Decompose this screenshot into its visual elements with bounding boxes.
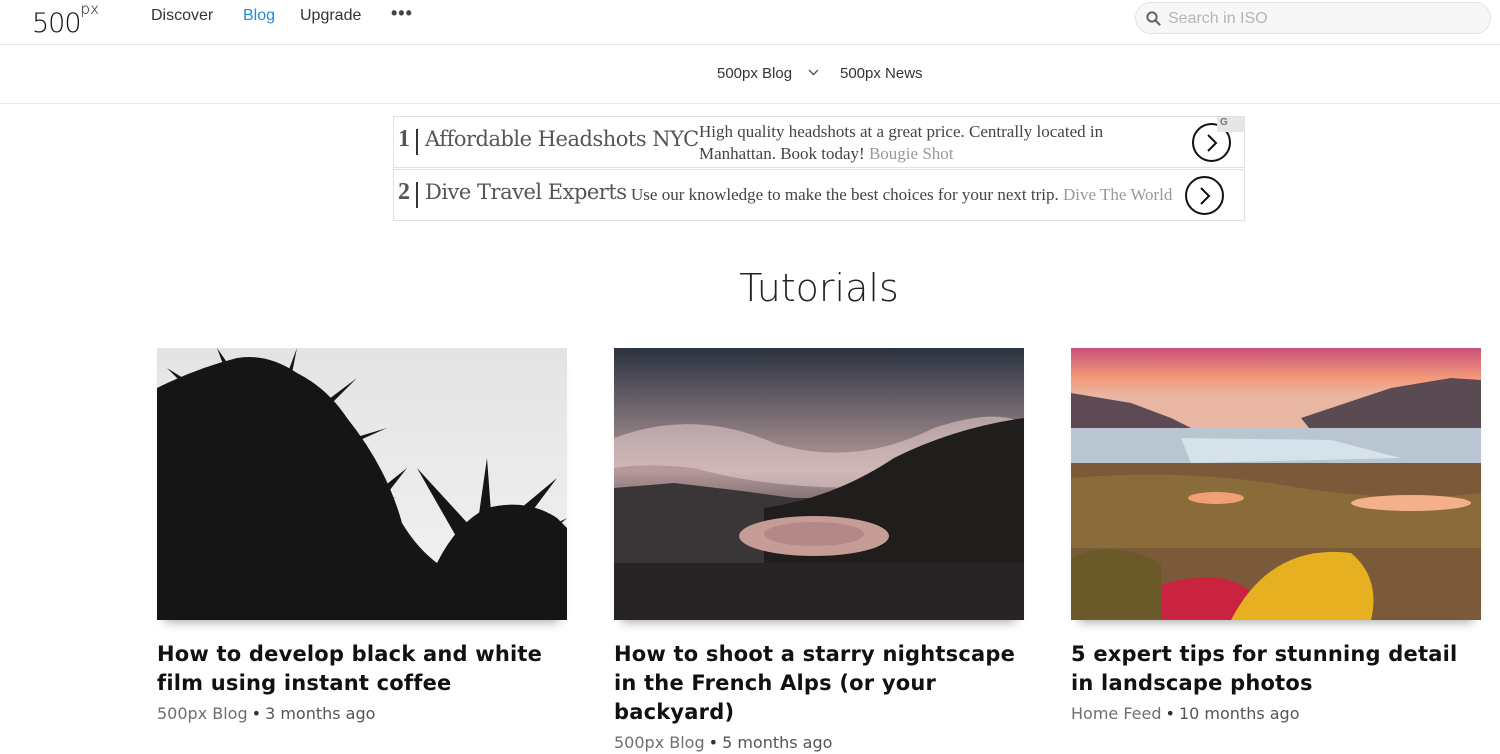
article-card[interactable]: How to develop black and white film usin… xyxy=(157,348,567,723)
ad-description: Use our knowledge to make the best choic… xyxy=(631,184,1191,206)
meta-separator: • xyxy=(708,733,719,752)
logo-suffix: px xyxy=(80,0,99,18)
top-navbar: 500px Discover Blog Upgrade ••• xyxy=(0,0,1500,45)
nav-blog[interactable]: Blog xyxy=(243,7,275,25)
ad-title-link[interactable]: Affordable Headshots NYC xyxy=(425,127,699,151)
ad-source[interactable]: Bougie Shot xyxy=(869,144,954,163)
search-box[interactable] xyxy=(1135,2,1491,34)
ad-number: 2 xyxy=(398,179,410,205)
article-age: 3 months ago xyxy=(265,704,376,723)
chevron-right-icon xyxy=(1207,134,1218,152)
blog-subnav: 500px Blog 500px News xyxy=(0,45,1500,104)
ad-desc-text: Use our knowledge to make the best choic… xyxy=(631,185,1059,204)
article-meta: 500px Blog • 5 months ago xyxy=(614,733,1024,752)
subnav-500px-news[interactable]: 500px News xyxy=(840,65,923,83)
article-source[interactable]: 500px Blog xyxy=(157,704,248,723)
article-meta: Home Feed • 10 months ago xyxy=(1071,704,1481,723)
ad-source[interactable]: Dive The World xyxy=(1063,185,1172,204)
article-age: 5 months ago xyxy=(722,733,833,752)
ad-unit-1[interactable]: 1 Affordable Headshots NYC High quality … xyxy=(393,116,1245,168)
nav-discover[interactable]: Discover xyxy=(151,7,213,25)
article-meta: 500px Blog • 3 months ago xyxy=(157,704,567,723)
meta-separator: • xyxy=(251,704,262,723)
ad-arrow-button[interactable] xyxy=(1185,176,1224,215)
subnav-500px-blog[interactable]: 500px Blog xyxy=(717,65,792,83)
logo-text: 500 xyxy=(32,8,82,39)
ad-number: 1 xyxy=(398,126,410,152)
article-title[interactable]: How to shoot a starry nightscape in the … xyxy=(614,640,1024,727)
chevron-down-icon[interactable] xyxy=(808,69,819,76)
chevron-right-icon xyxy=(1200,187,1211,205)
ad-title-link[interactable]: Dive Travel Experts xyxy=(425,180,627,204)
article-source[interactable]: Home Feed xyxy=(1071,704,1162,723)
nav-upgrade[interactable]: Upgrade xyxy=(300,7,361,25)
logo-500px[interactable]: 500px xyxy=(32,0,99,39)
article-thumbnail-landscape[interactable] xyxy=(1071,348,1481,620)
meta-separator: • xyxy=(1165,704,1175,723)
ad-description: High quality headshots at a great price.… xyxy=(699,121,1139,165)
article-title[interactable]: 5 expert tips for stunning detail in lan… xyxy=(1071,640,1481,698)
section-title: Tutorials xyxy=(739,266,899,310)
ad-divider xyxy=(416,129,418,155)
article-card[interactable]: 5 expert tips for stunning detail in lan… xyxy=(1071,348,1481,723)
article-title[interactable]: How to develop black and white film usin… xyxy=(157,640,567,698)
search-input[interactable] xyxy=(1168,7,1478,31)
article-card[interactable]: How to shoot a starry nightscape in the … xyxy=(614,348,1024,752)
ad-unit-2[interactable]: 2 Dive Travel Experts Use our knowledge … xyxy=(393,169,1245,221)
ad-divider xyxy=(416,182,418,208)
adchoices-icon[interactable]: G xyxy=(1217,117,1244,132)
search-icon xyxy=(1146,11,1161,26)
article-age: 10 months ago xyxy=(1178,704,1300,723)
more-menu-icon[interactable]: ••• xyxy=(391,3,413,24)
article-thumbnail-nightscape[interactable] xyxy=(614,348,1024,620)
article-source[interactable]: 500px Blog xyxy=(614,733,705,752)
article-thumbnail-palms[interactable] xyxy=(157,348,567,620)
